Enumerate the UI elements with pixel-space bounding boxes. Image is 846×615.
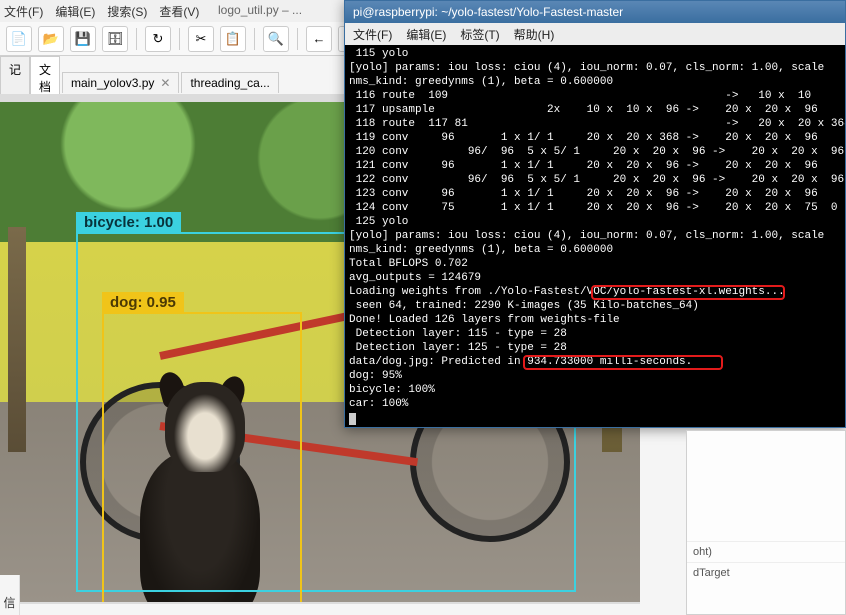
terminal-line: Detection layer: 115 - type = 28 — [349, 327, 841, 341]
menu-view[interactable]: 查看(V) — [159, 3, 199, 20]
menu-file[interactable]: 文件(F) — [4, 3, 43, 20]
terminal-line: 124 conv 75 1 x 1/ 1 20 x 20 x 96 -> 20 … — [349, 201, 841, 215]
detection-label-dog: dog: 0.95 — [102, 292, 184, 313]
terminal-line: dog: 95% — [349, 369, 841, 383]
term-menu-help[interactable]: 帮助(H) — [514, 26, 555, 43]
file-tabbar: main_yolov3.py ✕ threading_ca... — [62, 72, 279, 93]
terminal-line: 118 route 117 81 -> 20 x 20 x 368 — [349, 117, 841, 131]
detection-label-bicycle: bicycle: 1.00 — [76, 212, 181, 233]
tb-cut-icon[interactable]: ✂ — [188, 26, 214, 52]
tb-new-icon[interactable]: 📄 — [6, 26, 32, 52]
terminal-line: 125 yolo — [349, 215, 841, 229]
terminal-line: 121 conv 96 1 x 1/ 1 20 x 20 x 96 -> 20 … — [349, 159, 841, 173]
terminal-line: [yolo] params: iou loss: ciou (4), iou_n… — [349, 61, 841, 75]
terminal-line: car: 100% — [349, 397, 841, 411]
terminal-line: Detection layer: 125 - type = 28 — [349, 341, 841, 355]
file-tab-threading[interactable]: threading_ca... — [181, 72, 278, 93]
terminal-line: 119 conv 96 1 x 1/ 1 20 x 20 x 368 -> 20… — [349, 131, 841, 145]
term-menu-edit[interactable]: 编辑(E) — [406, 26, 446, 43]
terminal-line: seen 64, trained: 2290 K-images (35 Kilo… — [349, 299, 841, 313]
terminal-line: nms_kind: greedynms (1), beta = 0.600000 — [349, 75, 841, 89]
terminal-line: Loading weights from ./Yolo-Fastest/VOC/… — [349, 285, 841, 299]
terminal-window: pi@raspberrypi: ~/yolo-fastest/Yolo-Fast… — [344, 0, 846, 428]
menu-edit[interactable]: 编辑(E) — [55, 3, 95, 20]
panel-row: oht) — [687, 541, 845, 562]
photo-post — [8, 227, 26, 452]
file-tab-label: main_yolov3.py — [71, 76, 154, 90]
term-menu-file[interactable]: 文件(F) — [353, 26, 392, 43]
editor-sidebar: 记 文档 — [0, 56, 60, 99]
tb-copy-icon[interactable]: 📋 — [220, 26, 246, 52]
terminal-line: 117 upsample 2x 10 x 10 x 96 -> 20 x 20 … — [349, 103, 841, 117]
terminal-cursor — [349, 413, 356, 425]
terminal-line: bicycle: 100% — [349, 383, 841, 397]
terminal-line: 115 yolo — [349, 47, 841, 61]
terminal-line: Total BFLOPS 0.702 — [349, 257, 841, 271]
terminal-line: 122 conv 96/ 96 5 x 5/ 1 20 x 20 x 96 ->… — [349, 173, 841, 187]
terminal-line: Done! Loaded 126 layers from weights-fil… — [349, 313, 841, 327]
term-menu-tabs[interactable]: 标签(T) — [460, 26, 499, 43]
close-icon[interactable]: ✕ — [160, 76, 170, 90]
terminal-line: nms_kind: greedynms (1), beta = 0.600000 — [349, 243, 841, 257]
terminal-body[interactable]: 115 yolo[yolo] params: iou loss: ciou (4… — [345, 45, 845, 427]
tb-separator — [136, 28, 137, 50]
tb-save-icon[interactable]: 💾 — [70, 26, 96, 52]
menu-search[interactable]: 搜索(S) — [107, 3, 147, 20]
terminal-titlebar[interactable]: pi@raspberrypi: ~/yolo-fastest/Yolo-Fast… — [345, 1, 845, 23]
tb-separator — [297, 28, 298, 50]
terminal-line: [yolo] params: iou loss: ciou (4), iou_n… — [349, 229, 841, 243]
sidebar-tab-notes[interactable]: 记 — [0, 56, 30, 99]
detection-box-dog: dog: 0.95 — [102, 312, 302, 602]
tb-open-icon[interactable]: 📂 — [38, 26, 64, 52]
terminal-line: 123 conv 96 1 x 1/ 1 20 x 20 x 96 -> 20 … — [349, 187, 841, 201]
tb-separator — [179, 28, 180, 50]
right-side-panel: oht) dTarget — [686, 430, 846, 615]
terminal-menubar: 文件(F) 编辑(E) 标签(T) 帮助(H) — [345, 23, 845, 45]
terminal-line: data/dog.jpg: Predicted in 934.733000 mi… — [349, 355, 841, 369]
file-tab-main-yolov3[interactable]: main_yolov3.py ✕ — [62, 72, 179, 93]
terminal-line: 116 route 109 -> 10 x 10 — [349, 89, 841, 103]
file-tab-label: threading_ca... — [190, 76, 269, 90]
tb-back-icon[interactable]: ← — [306, 26, 332, 52]
bottom-strip-label: 信 — [0, 575, 20, 615]
sidebar-tab-docs[interactable]: 文档 — [30, 56, 60, 99]
tb-separator — [254, 28, 255, 50]
tb-saveall-icon[interactable]: 🗄 — [102, 26, 128, 52]
panel-row: dTarget — [687, 562, 845, 583]
editor-title-tab: logo_util.py – ... — [210, 0, 310, 20]
terminal-line: 120 conv 96/ 96 5 x 5/ 1 20 x 20 x 96 ->… — [349, 145, 841, 159]
tb-find-icon[interactable]: 🔍 — [263, 26, 289, 52]
terminal-line: avg_outputs = 124679 — [349, 271, 841, 285]
tb-refresh-icon[interactable]: ↻ — [145, 26, 171, 52]
